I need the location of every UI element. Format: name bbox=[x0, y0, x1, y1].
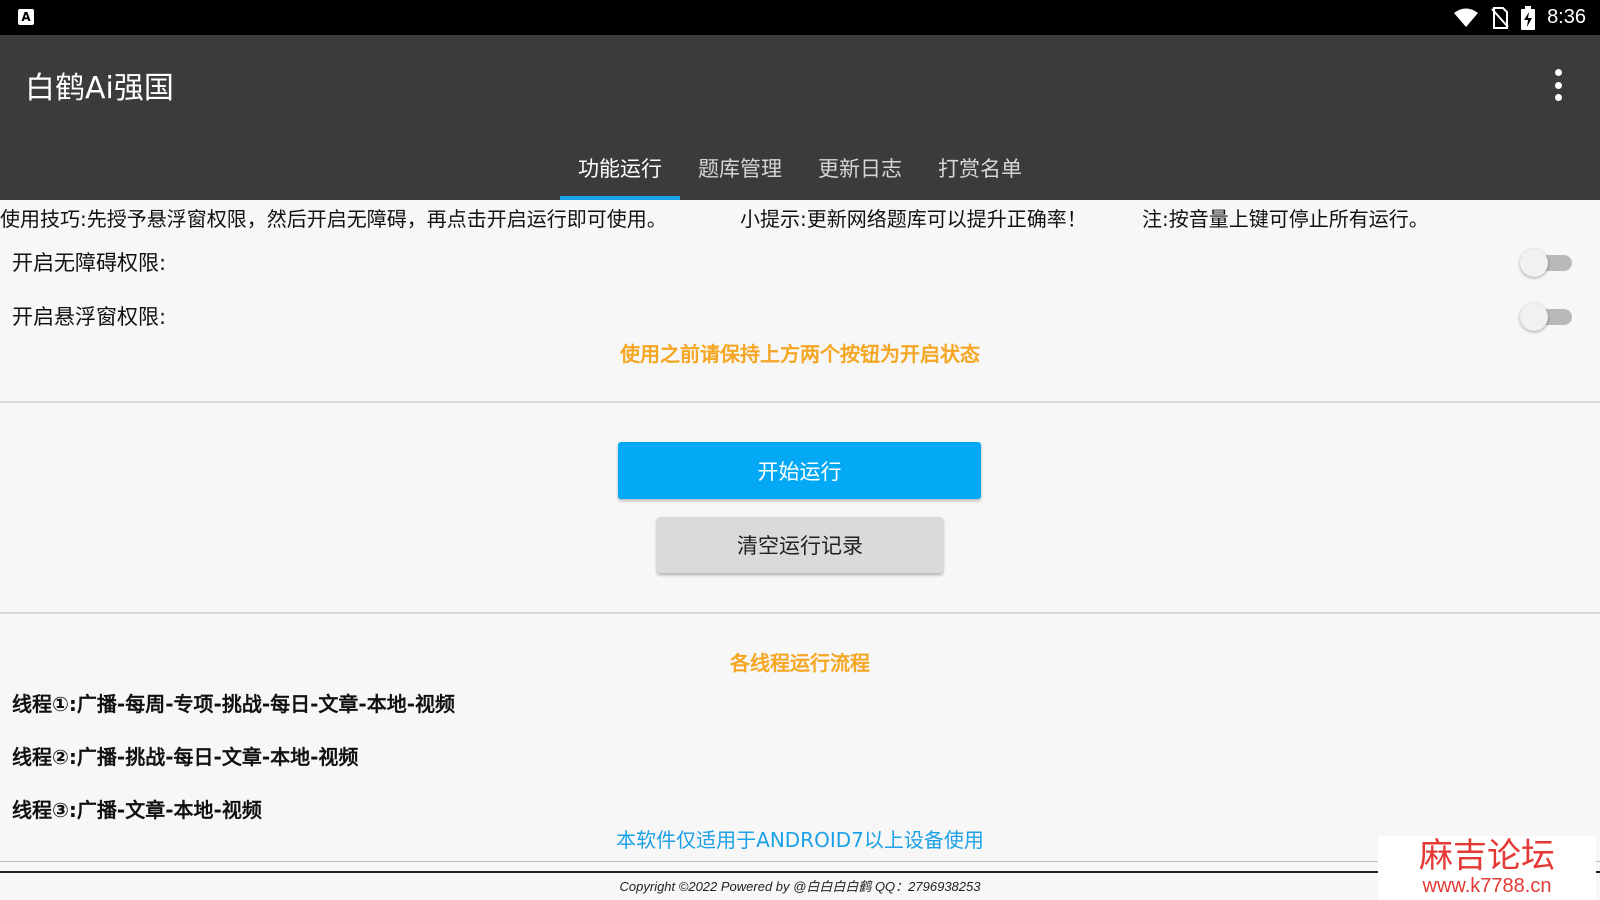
footer-divider bbox=[0, 861, 1600, 862]
divider bbox=[0, 401, 1600, 403]
flows-title: 各线程运行流程 bbox=[730, 651, 870, 675]
watermark-url: www.k7788.cn bbox=[1422, 875, 1552, 897]
status-bar: A 8:36 bbox=[0, 0, 1600, 35]
tab-bar: 功能运行 题库管理 更新日志 打赏名单 bbox=[560, 135, 1040, 200]
overlay-permission-label: 开启悬浮窗权限: bbox=[12, 305, 167, 329]
accessibility-notification-icon: A bbox=[18, 9, 34, 25]
tab-donors[interactable]: 打赏名单 bbox=[920, 135, 1040, 200]
no-sim-icon bbox=[1491, 6, 1509, 29]
footer-divider bbox=[0, 871, 1600, 873]
usage-tip: 使用技巧:先授予悬浮窗权限，然后开启无障碍，再点击开启运行即可使用。 bbox=[0, 207, 667, 231]
watermark: 麻吉论坛 www.k7788.cn bbox=[1378, 836, 1596, 900]
thread-item: 线程②:广播-挑战-每日-文章-本地-视频 bbox=[12, 745, 359, 769]
android-version-note: 本软件仅适用于ANDROID7以上设备使用 bbox=[616, 828, 984, 852]
tab-run[interactable]: 功能运行 bbox=[560, 135, 680, 200]
hint-tip: 小提示:更新网络题库可以提升正确率！ bbox=[740, 207, 1087, 231]
note-tip: 注:按音量上键可停止所有运行。 bbox=[1142, 207, 1429, 231]
permission-warning: 使用之前请保持上方两个按钮为开启状态 bbox=[620, 342, 980, 366]
divider bbox=[0, 612, 1600, 614]
accessibility-toggle[interactable] bbox=[1520, 249, 1572, 277]
overlay-toggle[interactable] bbox=[1520, 303, 1572, 331]
tab-changelog[interactable]: 更新日志 bbox=[800, 135, 920, 200]
accessibility-permission-row: 开启无障碍权限: bbox=[12, 242, 1572, 282]
status-icons: 8:36 bbox=[1453, 0, 1586, 35]
wifi-icon bbox=[1454, 8, 1479, 27]
watermark-title: 麻吉论坛 bbox=[1419, 836, 1555, 876]
tips-bar: 使用技巧:先授予悬浮窗权限，然后开启无障碍，再点击开启运行即可使用。 小提示:更… bbox=[0, 203, 1600, 233]
tab-question-bank[interactable]: 题库管理 bbox=[680, 135, 800, 200]
accessibility-permission-label: 开启无障碍权限: bbox=[12, 251, 167, 275]
clear-log-button[interactable]: 清空运行记录 bbox=[657, 517, 943, 573]
overlay-permission-row: 开启悬浮窗权限: bbox=[12, 296, 1572, 336]
app-bar: 白鹤Ai强国 功能运行 题库管理 更新日志 打赏名单 bbox=[0, 35, 1600, 200]
thread-item: 线程③:广播-文章-本地-视频 bbox=[12, 798, 262, 822]
overflow-menu-icon[interactable] bbox=[1548, 69, 1568, 101]
battery-charging-icon bbox=[1521, 5, 1536, 30]
copyright-text: Copyright ©2022 Powered by @白白白白鹤 QQ：279… bbox=[619, 879, 981, 894]
thread-item: 线程①:广播-每周-专项-挑战-每日-文章-本地-视频 bbox=[12, 692, 456, 716]
status-time: 8:36 bbox=[1547, 6, 1586, 28]
app-title: 白鹤Ai强国 bbox=[25, 71, 174, 106]
start-button[interactable]: 开始运行 bbox=[618, 442, 981, 499]
